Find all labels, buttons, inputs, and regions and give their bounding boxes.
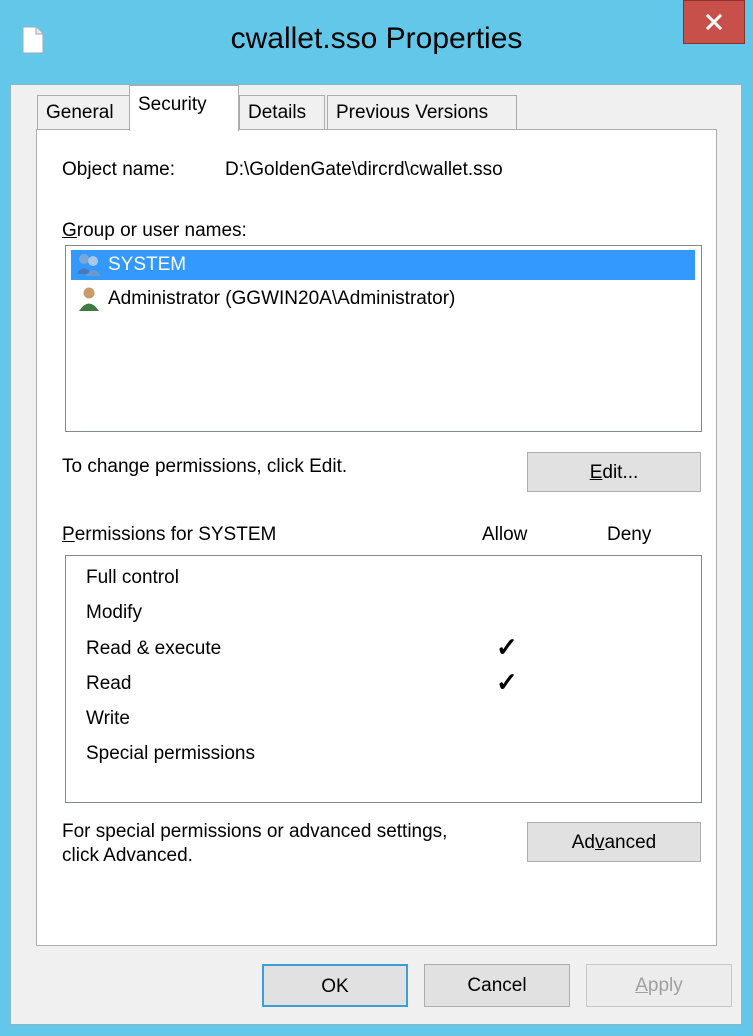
ok-button[interactable]: OK [262,964,408,1007]
apply-button[interactable]: Apply [586,964,732,1007]
permission-row-modify: Modify [86,602,142,632]
deny-header: Deny [607,524,652,545]
advanced-button[interactable]: Advanced [527,822,701,862]
edit-label-rest: dit... [602,462,639,483]
permission-row-full-control: Full control [86,567,179,597]
permission-row-read: Read [86,673,131,703]
permission-row-write: Write [86,708,130,738]
tab-label: Security [138,94,207,115]
cancel-button[interactable]: Cancel [424,964,570,1007]
security-tab-panel: Object name: D:\GoldenGate\dircrd\cwalle… [36,129,717,946]
allow-header: Allow [482,524,528,545]
advanced-label-rest: anced [604,832,657,853]
permission-name: Special permissions [86,743,255,764]
permission-name: Write [86,708,130,729]
close-icon [706,14,722,30]
user-group-icon [77,254,101,276]
change-permissions-hint: To change permissions, click Edit. [62,456,348,477]
permission-row-special: Special permissions [86,743,255,773]
permission-row-read-execute: Read & execute [86,638,221,668]
group-label-rest: roup or user names: [76,220,247,241]
allow-check-read: ✓ [496,667,518,697]
group-user-names-label: Group or user names: [62,220,247,241]
edit-button[interactable]: Edit... [527,452,701,492]
user-name: SYSTEM [108,254,187,275]
tab-label: Previous Versions [336,102,489,123]
tab-general[interactable]: General [37,95,131,129]
properties-window: cwallet.sso Properties General Security … [0,0,753,1036]
dialog-body: General Security Details Previous Versio… [10,84,742,1025]
advanced-hint-line1: For special permissions or advanced sett… [62,821,448,842]
window-title: cwallet.sso Properties [230,22,523,55]
tab-previous-versions[interactable]: Previous Versions [327,95,517,129]
tab-label: General [46,102,114,123]
tab-security[interactable]: Security [129,85,239,131]
allow-check-read-execute: ✓ [496,632,518,662]
permission-name: Read [86,673,132,694]
list-item-administrator[interactable]: Administrator (GGWIN20A\Administrator) [71,284,701,314]
object-name-label: Object name: [62,159,175,180]
tab-label: Details [248,102,307,123]
permission-name: Read & execute [86,638,222,659]
apply-label-rest: pply [647,975,683,996]
advanced-hint-line2: click Advanced. [62,845,193,866]
permissions-list[interactable]: Full control Modify Read & execute ✓ Rea… [65,555,702,803]
title-bar[interactable]: cwallet.sso Properties [0,0,753,84]
close-button[interactable] [683,0,745,44]
permission-name: Modify [86,602,142,623]
permissions-for-label: Permissions for SYSTEM [62,524,277,545]
list-item-system[interactable]: SYSTEM [71,250,695,280]
permissions-label-rest: ermissions for SYSTEM [74,524,277,545]
permission-name: Full control [86,567,179,588]
user-name: Administrator (GGWIN20A\Administrator) [108,288,456,309]
tab-details[interactable]: Details [239,95,325,129]
group-user-list[interactable]: SYSTEM Administrator (GGWIN20A\Administr… [65,245,702,432]
object-name-value: D:\GoldenGate\dircrd\cwallet.sso [225,159,503,180]
user-icon [79,287,99,311]
